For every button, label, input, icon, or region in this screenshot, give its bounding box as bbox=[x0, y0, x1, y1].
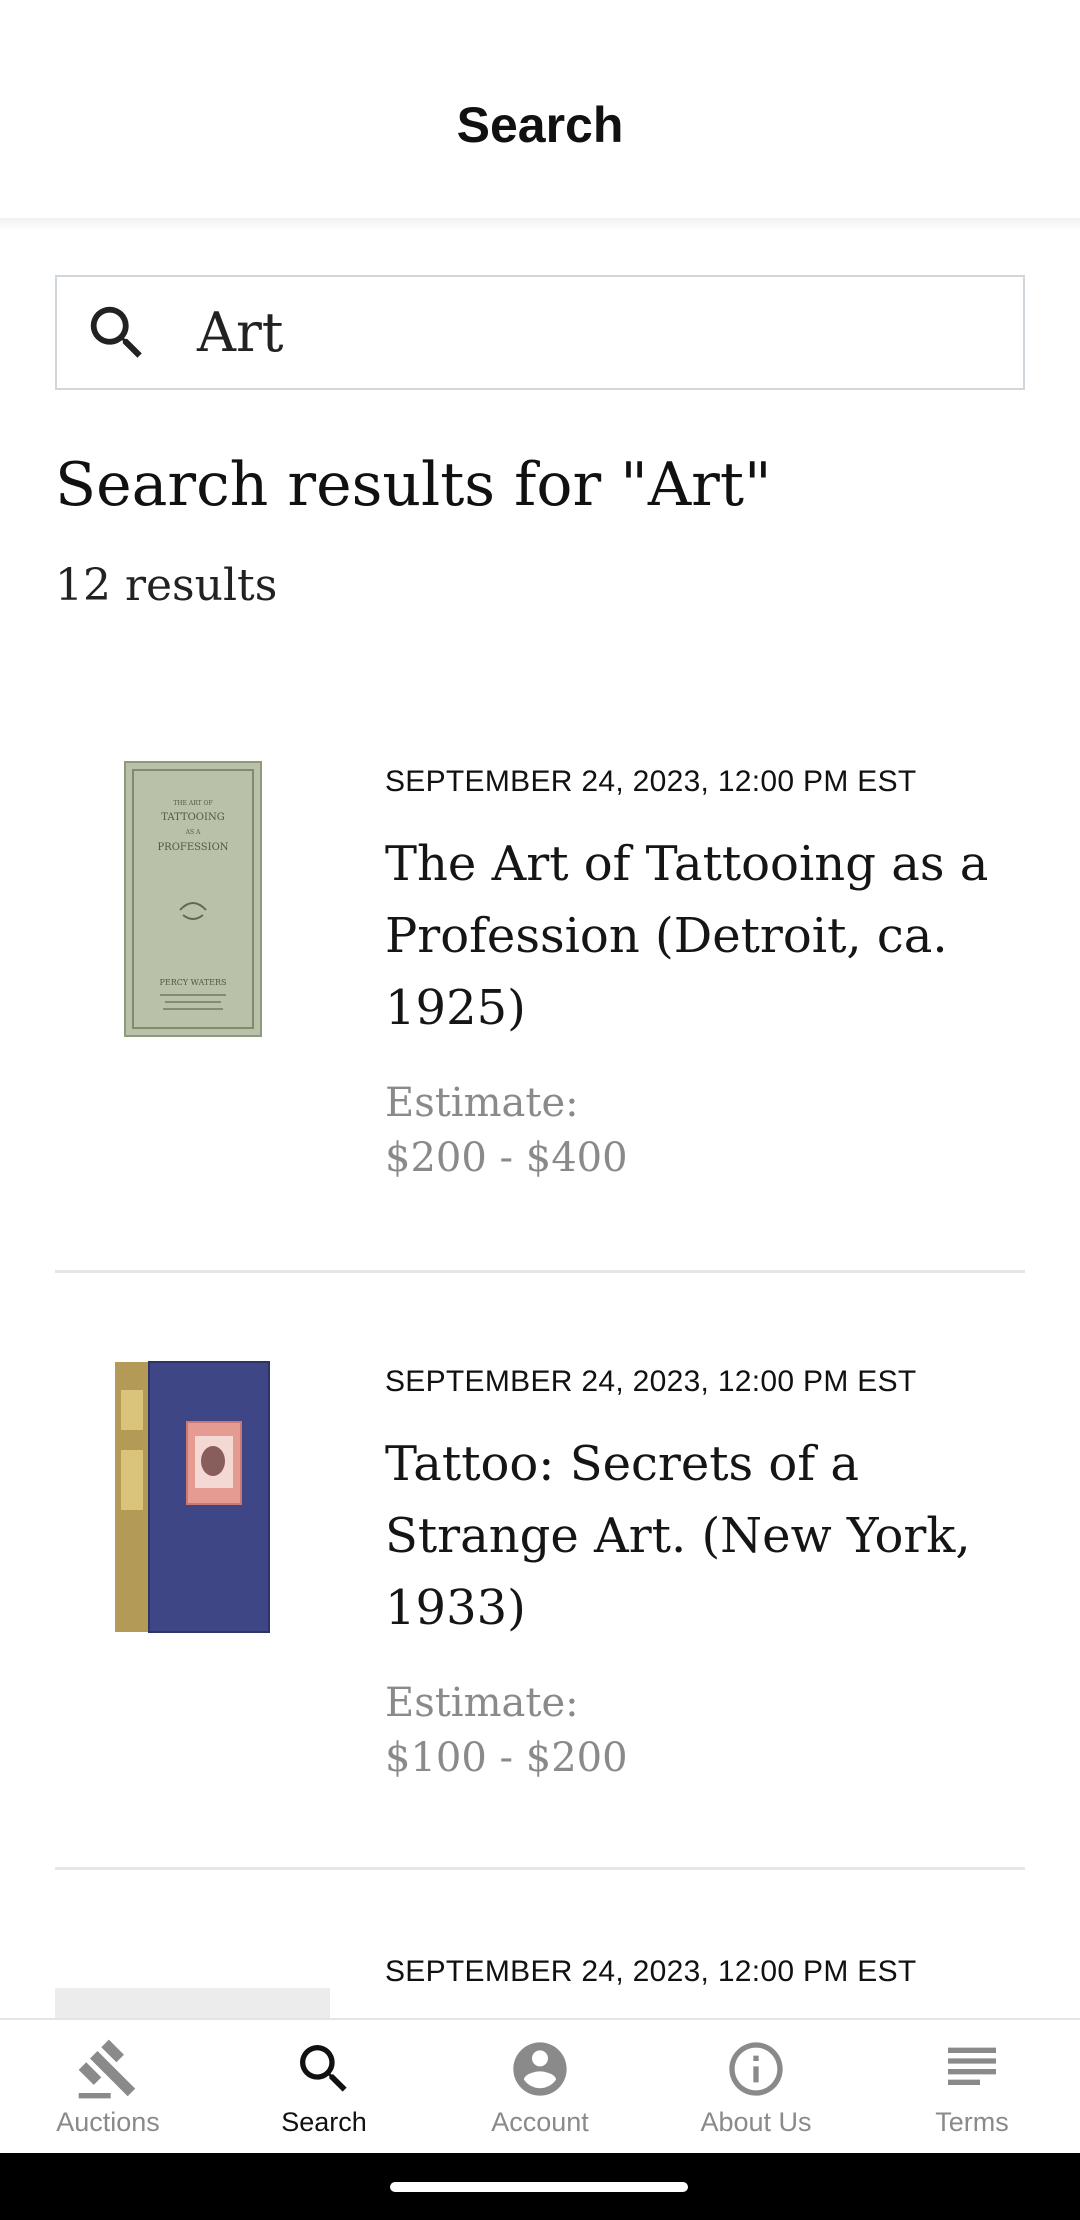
cover-text: PROFESSION bbox=[157, 842, 228, 853]
estimate-label: Estimate: bbox=[385, 1680, 579, 1726]
search-input-value[interactable]: Art bbox=[197, 301, 284, 364]
search-icon bbox=[300, 2045, 347, 2092]
cover-text: AS A bbox=[185, 829, 201, 836]
estimate-value: $100 - $200 bbox=[385, 1735, 628, 1781]
nav-auctions[interactable]: Auctions bbox=[0, 2020, 216, 2153]
lot-title-line: 1933) bbox=[385, 1580, 526, 1636]
nav-label: About Us bbox=[700, 2107, 812, 2137]
info-icon bbox=[729, 2042, 783, 2096]
cover-text: PERCY WATERS bbox=[159, 978, 226, 987]
header-shadow bbox=[0, 218, 1080, 230]
nav-about-us[interactable]: About Us bbox=[648, 2020, 864, 2153]
lot-title-line: Profession (Detroit, ca. bbox=[385, 908, 948, 964]
nav-terms[interactable]: Terms bbox=[864, 2020, 1080, 2153]
lot-title-line: Tattoo: Secrets of a bbox=[385, 1436, 859, 1492]
divider bbox=[55, 1867, 1025, 1870]
search-input[interactable]: Art bbox=[55, 275, 1025, 390]
search-icon bbox=[90, 306, 142, 358]
lot-date: SEPTEMBER 24, 2023, 12:00 PM EST bbox=[385, 1955, 917, 1988]
account-circle-icon bbox=[513, 2042, 567, 2096]
lot-date: SEPTEMBER 24, 2023, 12:00 PM EST bbox=[385, 1365, 917, 1398]
estimate-label: Estimate: bbox=[385, 1080, 579, 1126]
nav-search[interactable]: Search bbox=[216, 2020, 432, 2153]
lot-title-line: Strange Art. (New York, bbox=[385, 1508, 971, 1564]
nav-account[interactable]: Account bbox=[432, 2020, 648, 2153]
cover-text: TATTOOING bbox=[161, 812, 224, 823]
home-gesture-handle[interactable] bbox=[390, 2182, 688, 2192]
lot-thumbnail[interactable] bbox=[55, 1360, 330, 1650]
nav-label: Auctions bbox=[56, 2107, 160, 2137]
lot-thumbnail[interactable]: THE ART OF TATTOOING AS A PROFESSION PER… bbox=[55, 760, 330, 1050]
results-heading: Search results for "Art" bbox=[55, 450, 772, 520]
nav-label: Account bbox=[491, 2107, 589, 2137]
page-title: Search bbox=[456, 97, 624, 153]
app-header: Search bbox=[0, 0, 1080, 220]
lot-title-line: 1925) bbox=[385, 980, 526, 1036]
nav-label: Search bbox=[281, 2107, 367, 2137]
bottom-navigation: Auctions Search Account About Us Terms bbox=[0, 2018, 1080, 2153]
divider bbox=[55, 1270, 1025, 1273]
gavel-icon bbox=[78, 2039, 136, 2099]
lot-date: SEPTEMBER 24, 2023, 12:00 PM EST bbox=[385, 765, 917, 798]
lot-title[interactable]: The Art of Tattooing as a Profession (De… bbox=[385, 828, 1005, 1044]
nav-label: Terms bbox=[935, 2107, 1009, 2137]
lot-title[interactable]: Tattoo: Secrets of a Strange Art. (New Y… bbox=[385, 1428, 1005, 1644]
list-lines-icon bbox=[948, 2047, 996, 2085]
estimate-value: $200 - $400 bbox=[385, 1135, 628, 1181]
results-count: 12 results bbox=[55, 560, 278, 611]
cover-text: THE ART OF bbox=[173, 800, 212, 807]
lot-title-line: The Art of Tattooing as a bbox=[385, 836, 989, 892]
